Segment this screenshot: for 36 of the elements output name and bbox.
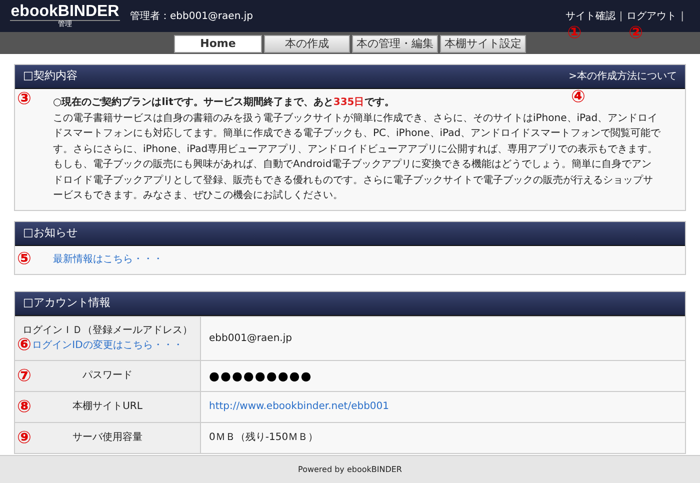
annotation-number: ④ — [571, 89, 586, 106]
section-title: □アカウント情報 — [23, 294, 110, 311]
annotation-number: ⑨ — [17, 430, 32, 446]
link-separator: | — [619, 10, 623, 24]
annotation-number: ⑥ — [17, 336, 32, 354]
row-label: 本棚サイトURL — [72, 400, 142, 414]
row-value: ebb001@raen.jp — [209, 332, 292, 346]
footer-text: Powered by ebookBINDER — [298, 464, 402, 476]
logo: ebookBINDER — [10, 4, 120, 20]
section-title: □お知らせ — [23, 224, 78, 241]
nav-tab[interactable]: Home — [174, 35, 262, 53]
nav-tab[interactable]: 本の管理・編集 — [352, 35, 438, 53]
link-separator: | — [680, 10, 684, 24]
plan-headline: ○現在のご契約プランはlitです。サービス期間終了まで、あと 335日です。 — [53, 95, 394, 110]
news-link[interactable]: 最新情報はこちら・・・ — [53, 252, 163, 267]
change-id-link[interactable]: ログインIDの変更はこちら・・・ — [32, 338, 183, 353]
row-label: ログインＩＤ（登録メールアドレス） — [22, 324, 192, 338]
annotation-number: ⑧ — [17, 398, 32, 416]
row-label: パスワード — [82, 369, 132, 383]
how-to-link[interactable]: >本の作成方法について — [568, 69, 677, 84]
service-description: この電子書籍サービスは自身の書籍のみを扱う電子ブックサイトが簡単に作成でき、さらに、そのサイトはiPhone、iPad、アンドロイドスマートフォンにも対応してます。簡単に作成できる電子ブックも、PC、iPhone、iPad、アンドロイドスマートフォンで閲覧可能です。さらにさらに、iPhone、iPad専用ビューアアプリ、アンドロイドビューアアプリに公開すれば、専用アプリでの表示もできます。もしも、電子ブックの販売にも興味があれば、自動でAndroid電子ブックアプリに変換できる機能はどうでしょう。簡単に自身でアンドロイド電子ブックアプリとして登録、販売もできる優れものです。さらに電子ブックサイトで電子ブックの販売が行えるショップサービスもできます。みなさま、ぜひこの機会にお試しください。 — [53, 112, 661, 203]
admin-label: 管理者：ebb001@raen.jp — [130, 10, 253, 24]
annotation-number: ⑤ — [17, 250, 32, 268]
annotation-number: ⑦ — [17, 368, 32, 384]
row-value: 0ＭＢ（残り-150ＭＢ） — [209, 430, 318, 445]
header-link[interactable]: ログアウト — [626, 8, 677, 24]
nav-tab[interactable]: 本の作成 — [264, 35, 350, 53]
site-url-link[interactable]: http://www.ebookbinder.net/ebb001 — [209, 399, 390, 414]
annotation-number: ① — [567, 24, 582, 42]
annotation-number: ② — [628, 24, 644, 42]
header-link[interactable]: サイト確認 — [565, 8, 616, 24]
section-title: □契約内容 — [23, 68, 78, 84]
annotation-number: ③ — [17, 91, 32, 108]
password-value: ●●●●●●●●● — [209, 368, 312, 384]
nav-tab[interactable]: 本棚サイト設定 — [440, 35, 526, 53]
row-label: サーバ使用容量 — [72, 430, 142, 445]
